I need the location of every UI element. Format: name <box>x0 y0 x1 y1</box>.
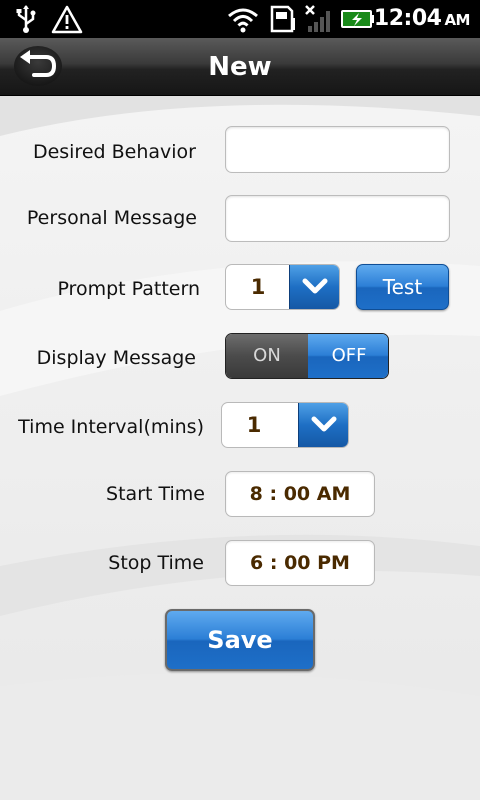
usb-icon <box>16 5 36 33</box>
clock-ampm: AM <box>444 11 470 29</box>
prompt-pattern-label: Prompt Pattern <box>57 278 200 300</box>
toggle-off-option[interactable]: OFF <box>308 334 388 378</box>
wifi-icon <box>228 8 258 33</box>
start-time-label: Start Time <box>106 483 205 505</box>
clock: 12:04 AM <box>373 6 471 31</box>
toggle-on-option[interactable]: ON <box>226 334 308 378</box>
time-interval-spinner[interactable]: 1 <box>221 402 349 448</box>
clock-time: 12:04 <box>373 6 442 31</box>
battery-charging-icon <box>341 10 374 28</box>
test-button[interactable]: Test <box>356 264 449 310</box>
desired-behavior-label: Desired Behavior <box>32 141 196 163</box>
chevron-down-icon <box>311 416 337 432</box>
warning-icon <box>51 5 83 34</box>
personal-message-label: Personal Message <box>26 207 197 229</box>
back-arrow-icon[interactable] <box>12 44 64 88</box>
save-button[interactable]: Save <box>165 609 315 671</box>
desired-behavior-input[interactable] <box>225 126 450 173</box>
time-interval-dropdown[interactable] <box>298 403 348 447</box>
status-bar: 12:04 AM <box>0 0 480 38</box>
start-time-picker[interactable]: 8 : 00 AM <box>225 471 375 517</box>
sd-card-icon <box>270 5 295 33</box>
stop-time-label: Stop Time <box>108 552 204 574</box>
prompt-pattern-spinner[interactable]: 1 <box>225 264 340 310</box>
time-interval-label: Time Interval(mins) <box>18 416 204 438</box>
stop-time-picker[interactable]: 6 : 00 PM <box>225 540 375 586</box>
no-signal-icon <box>305 5 330 32</box>
title-bar: New <box>0 38 480 96</box>
chevron-down-icon <box>302 278 328 294</box>
display-message-toggle[interactable]: ON OFF <box>225 333 389 379</box>
form-area: Desired Behavior Personal Message Prompt… <box>0 96 480 800</box>
personal-message-input[interactable] <box>225 195 450 242</box>
prompt-pattern-dropdown[interactable] <box>289 265 339 309</box>
display-message-label: Display Message <box>36 347 196 369</box>
prompt-pattern-value: 1 <box>250 275 266 299</box>
time-interval-value: 1 <box>246 413 262 437</box>
page-title: New <box>208 52 272 82</box>
